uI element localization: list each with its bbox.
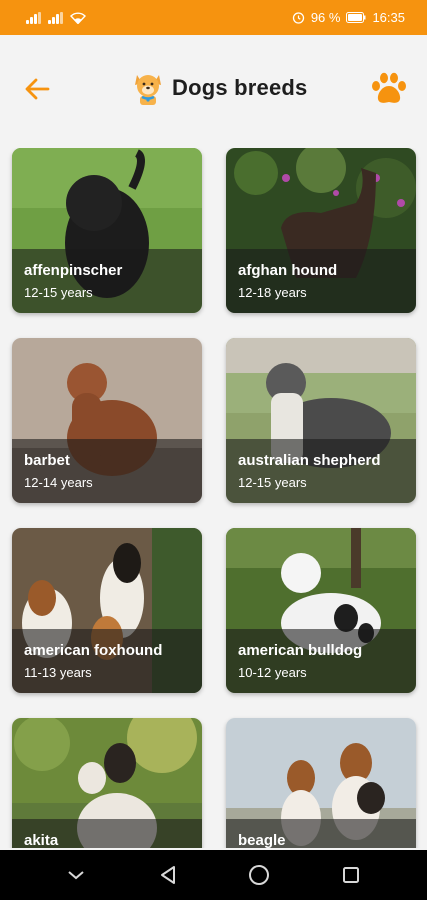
signal-icon bbox=[48, 11, 64, 24]
alarm-icon bbox=[292, 12, 304, 24]
card-caption: american foxhound 11-13 years bbox=[12, 629, 202, 693]
battery-icon bbox=[346, 12, 366, 23]
breed-lifespan: 12-15 years bbox=[24, 285, 93, 300]
clock: 16:35 bbox=[372, 10, 405, 25]
breed-card-australian-shepherd[interactable]: australian shepherd 12-15 years bbox=[226, 338, 416, 503]
card-caption: affenpinscher 12-15 years bbox=[12, 249, 202, 313]
breed-name: affenpinscher bbox=[24, 262, 123, 279]
nav-back-button[interactable] bbox=[148, 855, 188, 895]
breed-lifespan: 10-12 years bbox=[238, 665, 307, 680]
breed-name: beagle bbox=[238, 832, 286, 848]
card-caption: barbet 12-14 years bbox=[12, 439, 202, 503]
back-button[interactable] bbox=[20, 73, 54, 105]
breed-name: akita bbox=[24, 832, 59, 848]
app-bar: Dogs breeds bbox=[0, 35, 427, 145]
status-icons-left bbox=[26, 11, 86, 24]
breed-name: american bulldog bbox=[238, 642, 363, 659]
breed-card-barbet[interactable]: barbet 12-14 years bbox=[12, 338, 202, 503]
arrow-left-icon bbox=[25, 78, 50, 100]
breed-card-affenpinscher[interactable]: affenpinscher 12-15 years bbox=[12, 148, 202, 313]
page-title: Dogs breeds bbox=[172, 75, 308, 100]
nav-home-button[interactable] bbox=[239, 855, 279, 895]
square-recents-icon bbox=[343, 867, 360, 883]
circle-home-icon bbox=[249, 865, 270, 885]
nav-down-button[interactable] bbox=[56, 855, 96, 895]
title-group: Dogs breeds bbox=[130, 69, 307, 107]
card-caption: australian shepherd 12-15 years bbox=[226, 439, 416, 503]
breed-name: afghan hound bbox=[238, 262, 338, 279]
breed-card-akita[interactable]: akita bbox=[12, 718, 202, 848]
status-icons-right: 96 % 16:35 bbox=[292, 10, 405, 25]
breed-name: american foxhound bbox=[24, 642, 163, 659]
breed-name: barbet bbox=[24, 452, 70, 469]
paw-button[interactable] bbox=[369, 71, 409, 107]
card-caption: afghan hound 12-18 years bbox=[226, 249, 416, 313]
breed-card-beagle[interactable]: beagle bbox=[226, 718, 416, 848]
status-bar: 96 % 16:35 bbox=[0, 0, 427, 35]
card-caption: akita bbox=[12, 819, 202, 848]
paw-icon bbox=[372, 72, 406, 103]
breed-name: australian shepherd bbox=[238, 452, 381, 469]
card-caption: beagle bbox=[226, 819, 416, 848]
signal-icon bbox=[26, 11, 42, 24]
breed-card-american-bulldog[interactable]: american bulldog 10-12 years bbox=[226, 528, 416, 693]
breed-card-afghan-hound[interactable]: afghan hound 12-18 years bbox=[226, 148, 416, 313]
card-caption: american bulldog 10-12 years bbox=[226, 629, 416, 693]
triangle-back-icon bbox=[160, 866, 175, 884]
nav-recents-button[interactable] bbox=[331, 855, 371, 895]
system-nav-bar bbox=[0, 850, 427, 900]
breed-lifespan: 12-15 years bbox=[238, 475, 307, 490]
breed-card-american-foxhound[interactable]: american foxhound 11-13 years bbox=[12, 528, 202, 693]
wifi-icon bbox=[70, 11, 86, 24]
breed-lifespan: 12-14 years bbox=[24, 475, 93, 490]
breed-lifespan: 11-13 years bbox=[24, 665, 92, 680]
breed-lifespan: 12-18 years bbox=[238, 285, 307, 300]
breed-grid: affenpinscher 12-15 years afghan hound 1… bbox=[0, 148, 427, 848]
chevron-down-icon bbox=[68, 871, 84, 880]
dog-logo-icon bbox=[135, 75, 161, 105]
battery-percent: 96 % bbox=[310, 10, 341, 25]
